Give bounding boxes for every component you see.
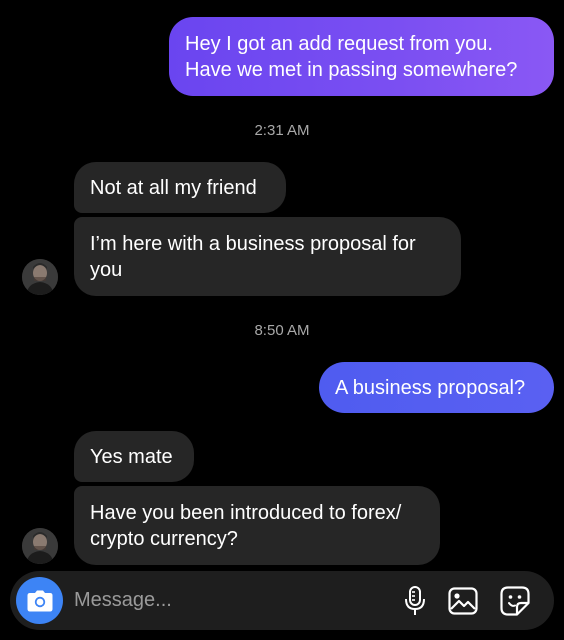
camera-icon [27, 590, 52, 611]
sticker-icon [500, 586, 530, 616]
sender-avatar[interactable] [22, 528, 58, 564]
avatar-image [22, 259, 58, 295]
message-line: Hey I got an add request from you. [185, 32, 493, 55]
timestamp: 2:31 AM [254, 122, 310, 139]
incoming-message[interactable]: I’m here with a business proposal for yo… [74, 217, 461, 296]
incoming-message[interactable]: Have you been introduced to forex/ crypt… [74, 486, 440, 565]
microphone-button[interactable] [398, 584, 432, 618]
sender-avatar[interactable] [22, 259, 58, 295]
message-line: Have you been introduced to forex/ [90, 501, 402, 524]
message-input[interactable] [74, 585, 374, 615]
sticker-button[interactable] [498, 584, 532, 618]
message-line: I’m here with a business proposal for [90, 232, 416, 255]
camera-button[interactable] [16, 577, 63, 624]
outgoing-message[interactable]: Hey I got an add request from you. Have … [169, 17, 554, 96]
message-text: Not at all my friend [90, 176, 257, 199]
message-composer [10, 571, 554, 630]
message-text: A business proposal? [335, 376, 526, 399]
outgoing-message[interactable]: A business proposal? [319, 362, 554, 413]
message-text: Yes mate [90, 445, 173, 468]
incoming-message[interactable]: Yes mate [74, 431, 194, 482]
microphone-icon [405, 586, 425, 615]
message-line: you [90, 258, 123, 281]
message-line: Have we met in passing somewhere? [185, 58, 518, 81]
message-line: crypto currency? [90, 527, 238, 550]
incoming-message[interactable]: Not at all my friend [74, 162, 286, 213]
avatar-image [22, 528, 58, 564]
timestamp: 8:50 AM [254, 322, 310, 339]
gallery-button[interactable] [446, 584, 480, 618]
gallery-icon [448, 587, 478, 615]
